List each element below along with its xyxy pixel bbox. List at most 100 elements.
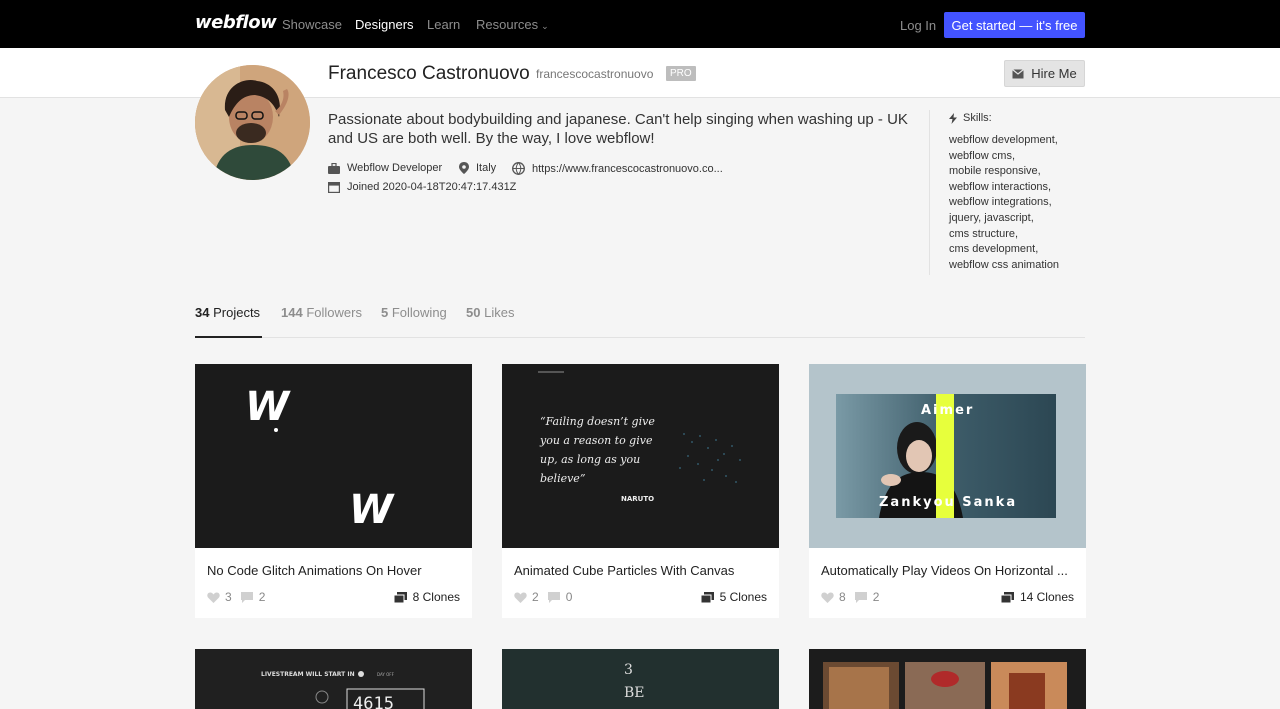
thumb-letter: W — [349, 487, 395, 533]
skill-item: webflow integrations, — [949, 196, 1052, 209]
comment-icon — [547, 591, 560, 603]
clones-label: 14 Clones — [1019, 590, 1074, 604]
lightning-icon — [949, 112, 957, 124]
tab-label: Following — [391, 305, 447, 320]
profile-tabs: 34 Projects 144 Followers 5 Following 50… — [195, 305, 1085, 338]
hire-me-button[interactable]: Hire Me — [1004, 60, 1085, 87]
heart-icon[interactable] — [207, 592, 220, 603]
likes-count: 8 — [839, 590, 846, 604]
location-text: Italy — [476, 162, 497, 174]
project-stats: 8 2 — [821, 590, 879, 604]
tab-projects[interactable]: 34 Projects — [195, 305, 262, 338]
project-stats: 3 2 — [207, 590, 265, 604]
skills-list: webflow development, webflow cms, mobile… — [949, 133, 1079, 273]
heart-icon[interactable] — [821, 592, 834, 603]
tab-count: 5 — [381, 305, 389, 320]
joined-text: Joined 2020-04-18T20:47:17.431Z — [347, 181, 517, 193]
thumb-subtext: DAY OFF — [377, 672, 395, 677]
skill-item: webflow interactions, — [949, 180, 1052, 193]
clones-count: 8 Clones — [393, 590, 460, 604]
video-title-bottom: Zankyou Sanka — [879, 495, 1017, 510]
quote-signature: NARUTO — [621, 495, 654, 503]
webflow-logo[interactable]: webflow — [195, 12, 277, 33]
role-meta: Webflow Developer — [328, 162, 442, 174]
tab-followers[interactable]: 144 Followers — [281, 305, 362, 338]
heart-icon[interactable] — [514, 592, 527, 603]
get-started-button[interactable]: Get started — it's free — [944, 12, 1085, 38]
comments-count: 2 — [872, 590, 880, 604]
skill-item: webflow cms, — [949, 149, 1016, 162]
clones-count: 5 Clones — [700, 590, 767, 604]
project-thumbnail[interactable]: W W — [195, 364, 472, 548]
comment-icon — [240, 591, 253, 603]
project-thumbnail[interactable]: 3 BE — [502, 649, 779, 709]
project-thumbnail[interactable]: Aimer Zankyou Sanka — [809, 364, 1086, 548]
nav-resources[interactable]: Resources ⌄ — [476, 17, 549, 32]
quote-line: up, as long as you — [540, 453, 640, 466]
likes-count: 3 — [225, 590, 232, 604]
tab-count: 144 — [281, 305, 303, 320]
comments-count: 0 — [565, 590, 573, 604]
project-card[interactable]: W W No Code Glitch Animations On Hover 3… — [195, 364, 472, 618]
project-card[interactable] — [809, 649, 1086, 709]
mail-icon — [1012, 68, 1025, 78]
globe-icon — [512, 162, 525, 175]
project-thumbnail[interactable] — [809, 649, 1086, 709]
project-card[interactable]: Aimer Zankyou Sanka Automatically Play V… — [809, 364, 1086, 618]
clones-count: 14 Clones — [1000, 590, 1074, 604]
project-card[interactable]: LIVESTREAM WILL START IN DAY OFF 4615 — [195, 649, 472, 709]
skill-item: webflow css animation — [949, 258, 1060, 271]
thumb-text: 3 — [624, 662, 633, 678]
profile-bio: Passionate about bodybuilding and japane… — [328, 111, 908, 147]
skills-heading-label: Skills: — [963, 112, 992, 124]
tab-count: 34 — [195, 305, 210, 320]
thumb-counter: 4615 — [353, 694, 394, 709]
role-text: Webflow Developer — [347, 162, 443, 174]
skill-item: jquery, — [949, 211, 982, 224]
joined-meta: Joined 2020-04-18T20:47:17.431Z — [328, 181, 516, 193]
quote-line: you a reason to give — [539, 434, 653, 447]
login-link[interactable]: Log In — [900, 18, 936, 33]
nav-showcase[interactable]: Showcase — [282, 17, 342, 32]
hire-me-label: Hire Me — [1031, 66, 1077, 81]
skill-item: cms structure, — [949, 227, 1019, 240]
tab-likes[interactable]: 50 Likes — [466, 305, 514, 338]
project-card[interactable]: 3 BE — [502, 649, 779, 709]
skills-divider — [929, 110, 930, 275]
video-title-top: Aimer — [921, 403, 974, 418]
skill-item: mobile responsive, — [949, 165, 1041, 178]
thumb-letter: W — [245, 384, 291, 430]
thumb-text: LIVESTREAM WILL START IN — [261, 671, 355, 678]
tab-label: Followers — [306, 305, 362, 320]
pro-badge: PRO — [666, 66, 696, 81]
quote-line: believe” — [540, 472, 585, 485]
nav-designers[interactable]: Designers — [355, 17, 414, 32]
nav-resources-label: Resources — [476, 17, 539, 32]
skills-heading: Skills: — [949, 112, 992, 124]
skill-item: cms development, — [949, 243, 1039, 256]
location-pin-icon — [459, 162, 469, 174]
project-thumbnail[interactable]: LIVESTREAM WILL START IN DAY OFF 4615 — [195, 649, 472, 709]
chevron-down-icon: ⌄ — [541, 21, 549, 31]
project-card[interactable]: “Failing doesn’t give you a reason to gi… — [502, 364, 779, 618]
clone-icon — [1000, 591, 1014, 603]
likes-count: 2 — [532, 590, 539, 604]
skill-item: webflow development, — [949, 134, 1058, 146]
project-stats: 2 0 — [514, 590, 572, 604]
quote-line: “Failing doesn’t give — [540, 415, 655, 428]
tab-following[interactable]: 5 Following — [381, 305, 447, 338]
nav-learn[interactable]: Learn — [427, 17, 460, 32]
project-title[interactable]: Automatically Play Videos On Horizontal … — [821, 563, 1068, 578]
project-title[interactable]: No Code Glitch Animations On Hover — [207, 563, 422, 578]
project-thumbnail[interactable]: “Failing doesn’t give you a reason to gi… — [502, 364, 779, 548]
briefcase-icon — [328, 162, 340, 174]
website-link[interactable]: https://www.francescocastronuovo.co... — [532, 163, 723, 175]
skill-item: javascript, — [984, 211, 1034, 224]
calendar-icon — [328, 182, 340, 193]
profile-name: Francesco Castronuovo — [328, 63, 530, 84]
website-meta[interactable]: https://www.francescocastronuovo.co... — [512, 162, 723, 175]
project-title[interactable]: Animated Cube Particles With Canvas — [514, 563, 734, 578]
tab-label: Projects — [213, 305, 261, 320]
location-meta: Italy — [459, 162, 496, 174]
skill-item-row: jquery, javascript, — [949, 211, 1079, 227]
